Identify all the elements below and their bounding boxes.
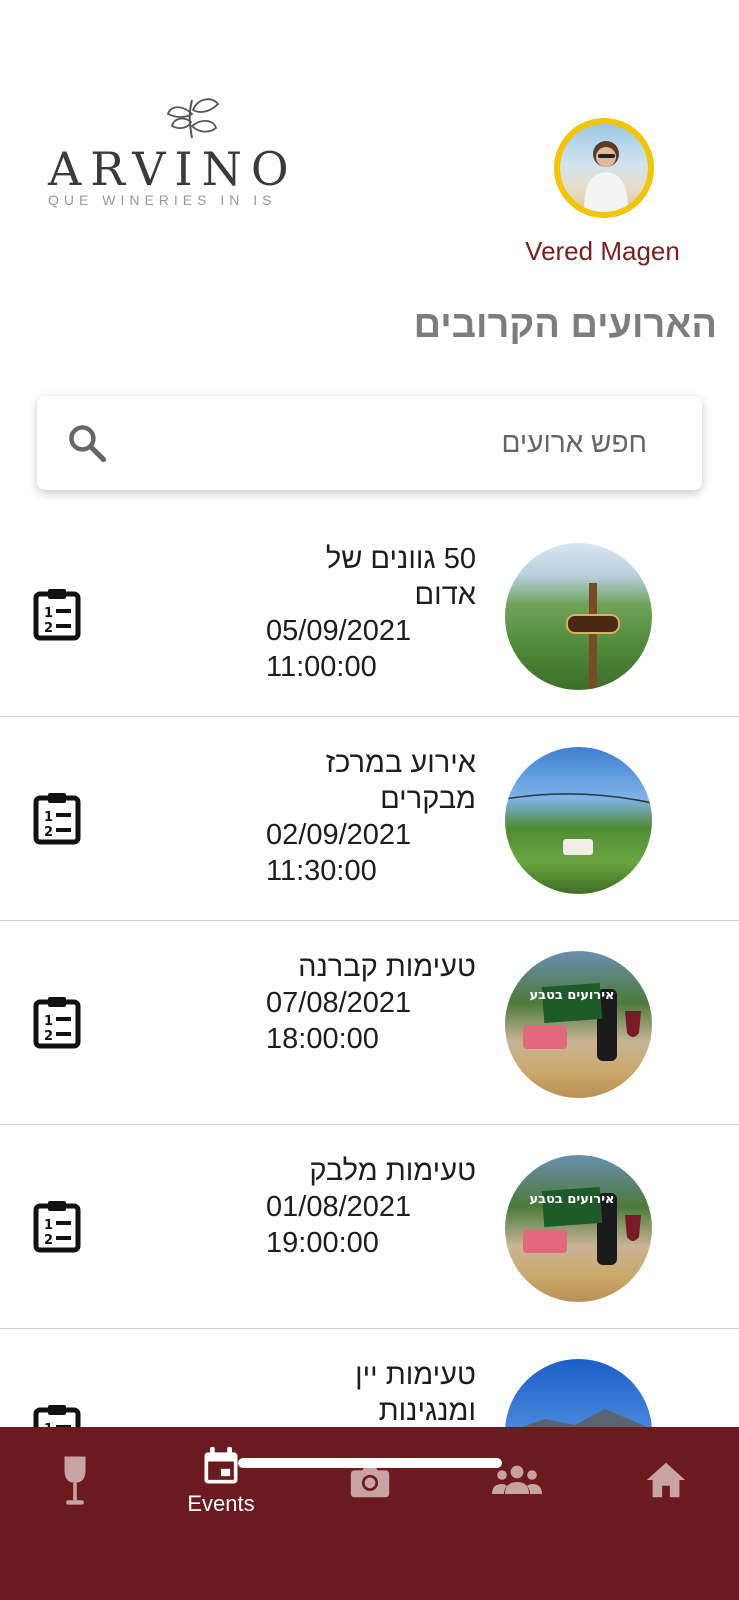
event-thumbnail[interactable] [505,543,652,690]
nav-label-events: Events [187,1491,255,1516]
svg-text:2: 2 [44,621,53,636]
event-title: טעימות יין ומנגינות [355,1359,476,1427]
vineyard-photo [566,583,620,690]
avatar-photo [560,124,648,212]
event-time: 19:00:00 [266,1227,379,1259]
vine-leaf-icon [166,98,220,139]
event-date: 05/09/2021 [266,615,412,647]
event-title: טעימות קברנה [298,951,476,983]
event-row[interactable]: 1 2 50 גוונים של אדום 05/09/2021 11:00:0… [0,513,739,717]
event-title: 50 גוונים של אדום [325,543,476,611]
clipboard-list-icon[interactable]: 1 2 [32,995,82,1049]
bottom-navigation: Events [0,1427,739,1600]
arvino-logo: ARVINO QUE WINERIES IN IS [44,92,344,212]
clipboard-list-icon[interactable]: 1 2 [32,1403,82,1427]
event-info: טעימות מלבק 01/08/2021 19:00:00 [266,1153,476,1261]
event-time: 11:30:00 [266,855,377,887]
event-thumbnail[interactable]: אירועים בטבע [505,951,652,1098]
event-thumbnail[interactable]: אירועים בטבע [505,1155,652,1302]
thumb-text: אירועים בטבע [530,988,615,1003]
search-icon[interactable] [65,421,109,465]
page-title: הארועים הקרובים [413,304,717,346]
event-row[interactable]: 1 2 טעימות מלבק 01/08/2021 19:00:00 אירו… [0,1125,739,1329]
event-date: 02/09/2021 [266,819,412,851]
event-title: אירוע במרכז מבקרים [325,747,476,815]
thumb-text: אירועים בטבע [530,1192,615,1207]
event-thumbnail[interactable] [505,1359,652,1427]
event-row[interactable]: 1 2 טעימות קברנה 07/08/2021 18:00:00 איר… [0,921,739,1125]
user-avatar[interactable] [554,118,654,218]
event-title: טעימות מלבק [309,1155,476,1187]
calendar-icon[interactable] [199,1445,243,1489]
home-icon[interactable] [643,1457,689,1503]
mountain-photo [522,1409,648,1427]
event-row[interactable]: 1 2 טעימות יין ומנגינות [0,1329,739,1427]
search-bar[interactable] [37,396,702,490]
event-date: 01/08/2021 [266,1191,412,1223]
svg-text:1: 1 [44,810,53,825]
nav-home[interactable] [616,1445,716,1535]
svg-text:1: 1 [44,606,53,621]
clipboard-list-icon[interactable]: 1 2 [32,791,82,845]
user-name[interactable]: Vered Magen [490,236,715,267]
vineyard-table-photo [505,793,652,855]
event-time: 18:00:00 [266,1023,379,1055]
svg-text:2: 2 [44,825,53,840]
svg-text:2: 2 [44,1233,53,1248]
event-time: 11:00:00 [266,651,377,683]
event-row[interactable]: 1 2 אירוע במרכז מבקרים 02/09/2021 11:30:… [0,717,739,921]
event-info: 50 גוונים של אדום 05/09/2021 11:00:00 [266,541,476,685]
svg-text:2: 2 [44,1029,53,1044]
event-thumbnail[interactable] [505,747,652,894]
wine-event-poster: אירועים בטבע [523,983,641,1061]
events-list: 1 2 50 גוונים של אדום 05/09/2021 11:00:0… [0,513,739,1427]
wine-event-poster: אירועים בטבע [523,1187,641,1265]
clipboard-list-icon[interactable]: 1 2 [32,587,82,641]
event-info: טעימות יין ומנגינות [266,1357,476,1427]
search-input[interactable] [137,418,647,468]
event-info: אירוע במרכז מבקרים 02/09/2021 11:30:00 [266,745,476,889]
home-indicator-bar[interactable] [238,1458,502,1468]
svg-text:1: 1 [44,1014,53,1029]
wine-glass-icon[interactable] [53,1453,97,1509]
event-info: טעימות קברנה 07/08/2021 18:00:00 [266,949,476,1057]
clipboard-list-icon[interactable]: 1 2 [32,1199,82,1253]
brand-tagline: QUE WINERIES IN IS [48,192,277,208]
event-date: 07/08/2021 [266,987,412,1019]
brand-name: ARVINO [48,142,298,196]
person-photo-icon [584,141,628,212]
nav-wines[interactable] [25,1445,125,1535]
svg-text:1: 1 [44,1218,53,1233]
